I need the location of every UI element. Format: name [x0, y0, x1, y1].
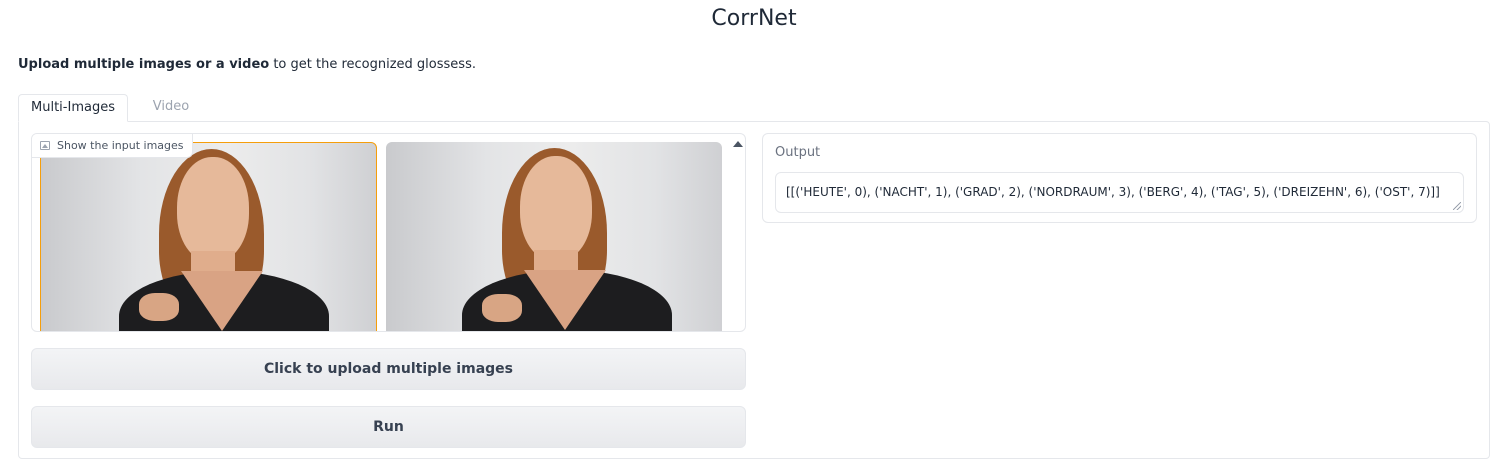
output-textarea[interactable]: [[('HEUTE', 0), ('NACHT', 1), ('GRAD', 2… — [775, 172, 1464, 213]
run-button[interactable]: Run — [31, 406, 746, 448]
resize-handle-icon[interactable] — [1453, 202, 1461, 210]
person-hand — [139, 293, 179, 321]
person-face — [520, 156, 592, 261]
image-gallery[interactable]: Show the input images — [31, 133, 746, 332]
gallery-thumbnail-2[interactable] — [386, 142, 722, 331]
image-icon — [40, 141, 50, 150]
person-face — [177, 157, 249, 262]
gallery-label-text: Show the input images — [57, 139, 184, 152]
person-hand — [482, 294, 522, 322]
scroll-up-icon[interactable] — [733, 141, 743, 147]
output-value: [[('HEUTE', 0), ('NACHT', 1), ('GRAD', 2… — [786, 185, 1440, 199]
gallery-thumbnail-1[interactable] — [40, 142, 377, 331]
tab-multi-images[interactable]: Multi-Images — [18, 94, 128, 122]
output-label: Output — [775, 145, 821, 160]
tab-video[interactable]: Video — [128, 94, 214, 122]
description: Upload multiple images or a video to get… — [18, 57, 476, 72]
description-rest: to get the recognized glossess. — [269, 57, 476, 72]
output-block: Output [[('HEUTE', 0), ('NACHT', 1), ('G… — [762, 133, 1477, 223]
page-title: CorrNet — [711, 6, 797, 31]
description-bold: Upload multiple images or a video — [18, 57, 270, 72]
gallery-label: Show the input images — [32, 134, 193, 158]
upload-images-button[interactable]: Click to upload multiple images — [31, 348, 746, 390]
